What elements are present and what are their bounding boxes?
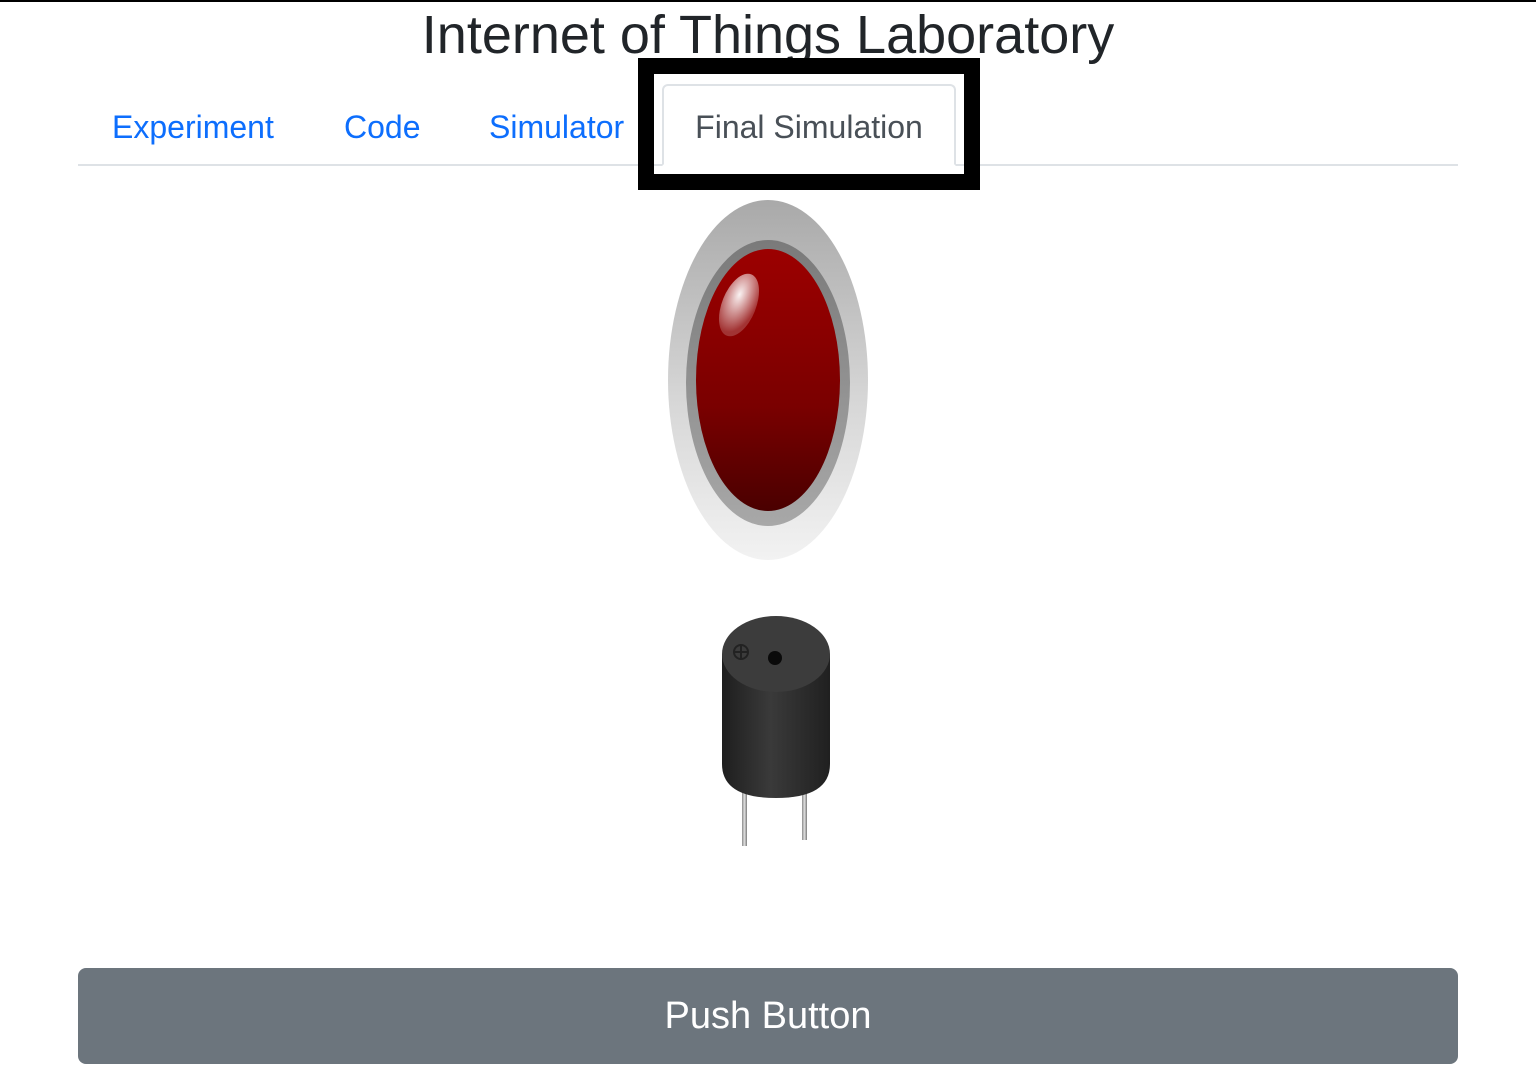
led-image <box>668 200 868 560</box>
page-title: Internet of Things Laboratory <box>421 5 1115 65</box>
tab-final-simulation[interactable]: Final Simulation <box>662 84 956 166</box>
nav-tabs: Experiment Code Simulator Final Simulati… <box>78 84 1458 166</box>
buzzer-hole <box>768 651 782 665</box>
buzzer-image <box>722 616 830 846</box>
push-button[interactable]: Push Button <box>78 968 1458 1064</box>
led-lens <box>696 249 840 511</box>
tab-simulator[interactable]: Simulator <box>455 84 658 166</box>
page: Internet of Things Laboratory Experiment… <box>0 0 1536 1073</box>
tab-experiment[interactable]: Experiment <box>78 84 308 166</box>
tab-code[interactable]: Code <box>310 84 455 166</box>
